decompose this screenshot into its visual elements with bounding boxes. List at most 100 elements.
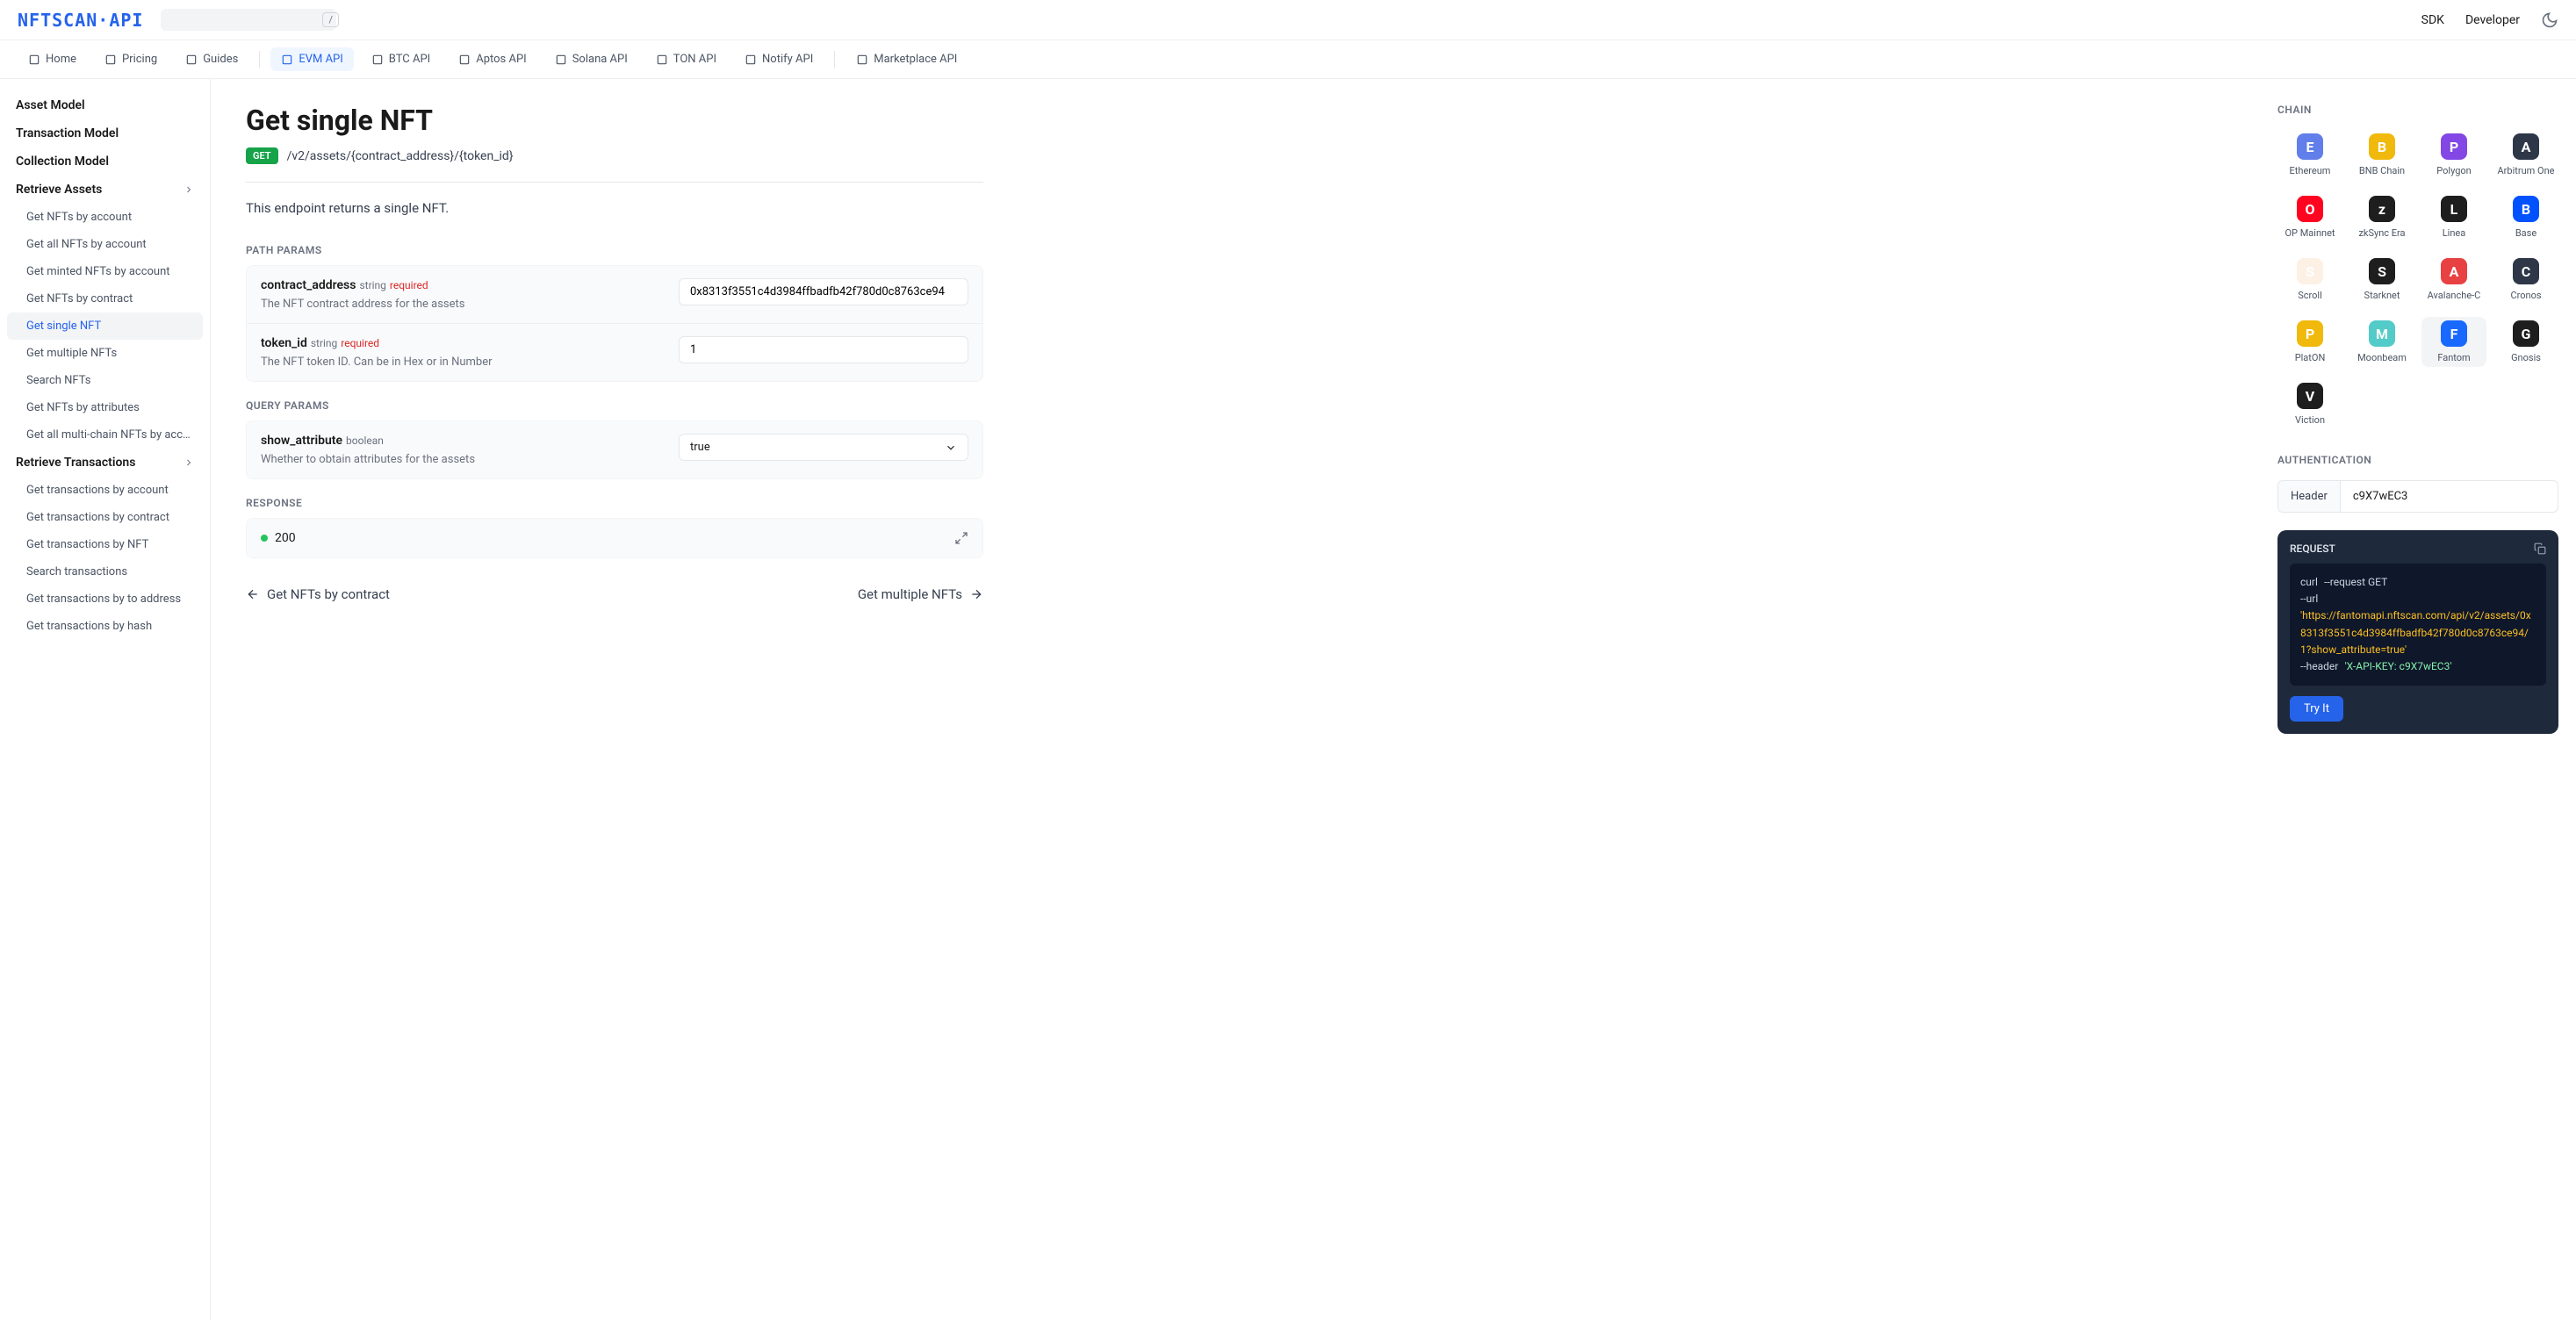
chain-scroll[interactable]: SScroll [2277, 255, 2342, 305]
param-token_id: token_idstringrequiredThe NFT token ID. … [247, 323, 982, 381]
sidebar-section-asset-model[interactable]: Asset Model [7, 91, 203, 119]
description: This endpoint returns a single NFT. [246, 200, 983, 216]
query-params-box: show_attributebooleanWhether to obtain a… [246, 420, 983, 479]
select-show_attribute[interactable]: true [679, 434, 968, 461]
nav-tab-pricing[interactable]: Pricing [94, 47, 168, 71]
logo[interactable]: NFTSCAN·API [18, 10, 143, 31]
diamond-icon [185, 54, 198, 66]
nav-tab-notify-api[interactable]: Notify API [734, 47, 824, 71]
sidebar-item-search-transactions[interactable]: Search transactions [7, 558, 203, 585]
sidebar-section-collection-model[interactable]: Collection Model [7, 147, 203, 176]
header: NFTSCAN·API / SDK Developer [0, 0, 2576, 40]
slash-key: / [322, 12, 339, 27]
response-row[interactable]: 200 [246, 518, 983, 558]
prev-link[interactable]: Get NFTs by contract [246, 586, 390, 602]
sidebar[interactable]: Asset ModelTransaction ModelCollection M… [0, 79, 211, 1320]
sidebar-item-get-transactions-by-nft[interactable]: Get transactions by NFT [7, 531, 203, 558]
chain-avalanche-c[interactable]: AAvalanche-C [2421, 255, 2486, 305]
copy-icon[interactable] [2534, 542, 2546, 555]
sidebar-section-retrieve-transactions[interactable]: Retrieve Transactions [7, 449, 203, 477]
chain-arbitrum-one[interactable]: AArbitrum One [2493, 130, 2558, 180]
arrow-left-icon [246, 587, 260, 601]
nav-tab-aptos-api[interactable]: Aptos API [448, 47, 536, 71]
auth-label: AUTHENTICATION [2277, 454, 2558, 466]
dash-icon [656, 54, 668, 66]
nav-tab-guides[interactable]: Guides [175, 47, 248, 71]
code-header-flag: --header [2300, 660, 2338, 672]
nav-tab-marketplace-api[interactable]: Marketplace API [845, 47, 968, 71]
moon-icon[interactable] [2541, 11, 2558, 29]
sidebar-item-search-nfts[interactable]: Search NFTs [7, 367, 203, 394]
page-title: Get single NFT [246, 104, 983, 137]
chain-moonbeam[interactable]: MMoonbeam [2349, 317, 2414, 367]
nav-tab-btc-api[interactable]: BTC API [361, 47, 441, 71]
sidebar-item-get-all-nfts-by-account[interactable]: Get all NFTs by account [7, 231, 203, 258]
chevron-right-icon [183, 184, 194, 195]
code-url-flag: --url [2300, 593, 2318, 605]
sdk-link[interactable]: SDK [2421, 13, 2444, 27]
chain-op-mainnet[interactable]: OOP Mainnet [2277, 192, 2342, 242]
input-token_id[interactable] [679, 336, 968, 363]
sidebar-section-transaction-model[interactable]: Transaction Model [7, 119, 203, 147]
sidebar-item-get-transactions-by-account[interactable]: Get transactions by account [7, 477, 203, 504]
content[interactable]: Get single NFT GET /v2/assets/{contract_… [211, 79, 2260, 1320]
nav-tab-ton-api[interactable]: TON API [645, 47, 727, 71]
bell-icon [745, 54, 757, 66]
query-params-label: QUERY PARAMS [246, 399, 983, 412]
try-button[interactable]: Try It [2290, 696, 2343, 722]
tag-icon [104, 54, 117, 66]
code-header-val: 'X-API-KEY: c9X7wEC3' [2345, 660, 2452, 672]
chain-viction[interactable]: VViction [2277, 379, 2342, 429]
chevron-right-icon [183, 457, 194, 468]
nav-tabs: Home Pricing Guides EVM API BTC API Aptos API… [0, 40, 2576, 79]
sidebar-item-get-transactions-by-to-address[interactable]: Get transactions by to address [7, 585, 203, 613]
next-link[interactable]: Get multiple NFTs [858, 586, 983, 602]
sidebar-item-get-nfts-by-contract[interactable]: Get NFTs by contract [7, 285, 203, 312]
method-badge: GET [246, 147, 278, 164]
chain-cronos[interactable]: CCronos [2493, 255, 2558, 305]
chain-zksync-era[interactable]: zzkSync Era [2349, 192, 2414, 242]
search-box[interactable]: / [161, 9, 336, 31]
chain-bnb-chain[interactable]: BBNB Chain [2349, 130, 2414, 180]
sidebar-item-get-minted-nfts-by-account[interactable]: Get minted NFTs by account [7, 258, 203, 285]
sidebar-section-retrieve-assets[interactable]: Retrieve Assets [7, 176, 203, 204]
grid-icon [856, 54, 868, 66]
sidebar-item-get-transactions-by-hash[interactable]: Get transactions by hash [7, 613, 203, 640]
chain-platon[interactable]: PPlatON [2277, 317, 2342, 367]
home-icon [28, 54, 40, 66]
chain-starknet[interactable]: SStarknet [2349, 255, 2414, 305]
sidebar-item-get-nfts-by-account[interactable]: Get NFTs by account [7, 204, 203, 231]
chain-linea[interactable]: LLinea [2421, 192, 2486, 242]
chain-ethereum[interactable]: EEthereum [2277, 130, 2342, 180]
request-title: REQUEST [2290, 542, 2335, 555]
auth-box: Header c9X7wEC3 [2277, 480, 2558, 513]
response-label: RESPONSE [246, 497, 983, 509]
sidebar-item-get-single-nft[interactable]: Get single NFT [7, 312, 203, 340]
chain-grid: EEthereumBBNB ChainPPolygonAArbitrum One… [2277, 130, 2558, 429]
search-input[interactable] [176, 13, 322, 26]
param-contract_address: contract_addressstringrequiredThe NFT co… [247, 266, 982, 323]
sidebar-item-get-all-multi-chain-nfts-by-account[interactable]: Get all multi-chain NFTs by account [7, 421, 203, 449]
prev-label: Get NFTs by contract [267, 586, 390, 602]
param-show_attribute: show_attributebooleanWhether to obtain a… [247, 421, 982, 478]
code-request-flag: --request GET [2324, 576, 2387, 588]
nav-tab-evm-api[interactable]: EVM API [270, 47, 353, 71]
right-panel[interactable]: CHAIN EEthereumBBNB ChainPPolygonAArbitr… [2260, 79, 2576, 1320]
input-contract_address[interactable] [679, 278, 968, 305]
code-block[interactable]: curl --request GET --url 'https://fantom… [2290, 564, 2546, 686]
chain-base[interactable]: BBase [2493, 192, 2558, 242]
nav-tab-solana-api[interactable]: Solana API [544, 47, 638, 71]
rect-icon [555, 54, 567, 66]
sidebar-item-get-multiple-nfts[interactable]: Get multiple NFTs [7, 340, 203, 367]
path-params-box: contract_addressstringrequiredThe NFT co… [246, 265, 983, 382]
developer-link[interactable]: Developer [2465, 13, 2520, 27]
sidebar-item-get-transactions-by-contract[interactable]: Get transactions by contract [7, 504, 203, 531]
chain-polygon[interactable]: PPolygon [2421, 130, 2486, 180]
sidebar-item-get-nfts-by-attributes[interactable]: Get NFTs by attributes [7, 394, 203, 421]
chain-fantom[interactable]: FFantom [2421, 317, 2486, 367]
expand-icon[interactable] [954, 531, 968, 545]
auth-value[interactable]: c9X7wEC3 [2341, 481, 2558, 512]
code-url: 'https://fantomapi.nftscan.com/api/v2/as… [2300, 609, 2531, 655]
nav-tab-home[interactable]: Home [18, 47, 87, 71]
chain-gnosis[interactable]: GGnosis [2493, 317, 2558, 367]
